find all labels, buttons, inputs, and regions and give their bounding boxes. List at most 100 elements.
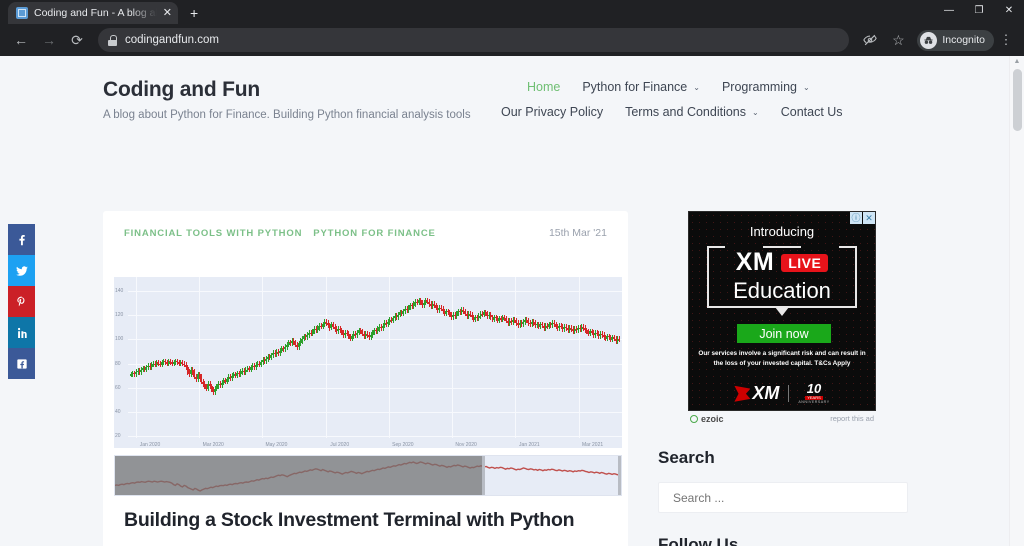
forward-icon[interactable]: → <box>36 27 62 53</box>
chevron-down-icon: ⌄ <box>693 82 700 92</box>
chart-candle-wick <box>379 324 380 332</box>
chart-candle-wick <box>319 322 320 331</box>
rangeslider-mask-left[interactable] <box>115 456 482 495</box>
chart-candle-wick <box>603 332 605 341</box>
nav-row-secondary: Our Privacy Policy Terms and Conditions … <box>501 105 947 119</box>
chart-candle-wick <box>617 335 618 344</box>
chart-y-tick: 60 <box>115 384 121 391</box>
browser-menu-icon[interactable]: ⋮ <box>996 32 1016 48</box>
rangeslider-handle-left[interactable] <box>481 456 485 495</box>
site-tagline: A blog about Python for Finance. Buildin… <box>103 109 471 121</box>
nav-label: Python for Finance <box>582 80 688 94</box>
post-title[interactable]: Building a Stock Investment Terminal wit… <box>124 509 614 532</box>
chart-candle-wick <box>540 321 541 330</box>
chart-candle-wick <box>228 374 230 382</box>
share-facebook-button[interactable] <box>8 224 35 255</box>
ezoic-bar: ezoic report this ad <box>688 411 876 426</box>
post-category-python-for-finance[interactable]: PYTHON FOR FINANCE <box>313 228 435 239</box>
chart-candle-wick <box>512 316 514 325</box>
ad-logo-separator <box>788 385 790 403</box>
stock-candlestick-chart: 140 120 100 80 60 40 20 Jan 2020 Mar 2020 May 202… <box>114 277 622 448</box>
address-bar[interactable]: codingandfun.com <box>98 28 850 52</box>
nav-item-our-privacy-policy[interactable]: Our Privacy Policy <box>501 105 603 119</box>
chart-candle-wick <box>552 320 553 329</box>
nav-label: Our Privacy Policy <box>501 105 604 119</box>
chart-candle-wick <box>519 320 521 329</box>
page-scrollbar[interactable]: ▲ <box>1009 56 1024 546</box>
chart-x-tick: Jan 2021 <box>519 442 540 448</box>
adchoices-info-icon[interactable]: ⓘ <box>850 212 862 224</box>
window-controls: — ❐ ✕ <box>934 0 1024 24</box>
ezoic-icon <box>690 414 698 423</box>
maximize-button[interactable]: ❐ <box>964 0 994 20</box>
ad-join-now-button[interactable]: Join now <box>737 324 831 343</box>
incognito-indicator[interactable]: Incognito <box>917 29 994 51</box>
chart-candle-wick <box>365 331 367 339</box>
nav-item-terms-and-conditions[interactable]: Terms and Conditions ⌄ <box>625 105 759 119</box>
back-icon[interactable]: ← <box>8 27 34 53</box>
search-input[interactable] <box>673 490 893 505</box>
chart-candle-wick <box>555 321 557 330</box>
toolbar-right-icons: ☆ Incognito ⋮ <box>857 27 1016 53</box>
chart-x-tick: Jul 2020 <box>330 442 350 448</box>
nav-item-python-for-finance[interactable]: Python for Finance ⌄ <box>582 80 700 94</box>
chart-candle-wick <box>262 357 264 366</box>
window-close-button[interactable]: ✕ <box>994 0 1024 20</box>
chart-candle-wick <box>308 330 310 338</box>
chart-y-tick: 80 <box>115 360 121 367</box>
report-this-ad-link[interactable]: report this ad <box>830 414 874 423</box>
chevron-down-icon: ⌄ <box>752 107 759 117</box>
close-icon[interactable]: ✕ <box>163 7 172 19</box>
search-widget[interactable] <box>658 482 908 513</box>
bookmark-star-icon[interactable]: ☆ <box>885 27 911 53</box>
rangeslider-handle-right[interactable] <box>618 456 621 495</box>
block-images-icon[interactable] <box>857 27 883 53</box>
ad-disclaimer: Our services involve a significant risk … <box>698 350 866 368</box>
share-linkedin-button[interactable] <box>8 317 35 348</box>
nav-label: Programming <box>721 80 797 94</box>
post-category-financial-tools[interactable]: FINANCIAL TOOLS WITH PYTHON <box>124 228 302 239</box>
scrollbar-thumb[interactable] <box>1013 69 1022 131</box>
advertisement-banner[interactable]: ⓘ ✕ Introducing XM LIVE Education Join n… <box>688 211 876 411</box>
browser-tab[interactable]: Coding and Fun - A blog about P ✕ <box>8 2 178 24</box>
ad-pointer-decoration <box>775 307 789 316</box>
scroll-up-arrow[interactable]: ▲ <box>1010 56 1024 68</box>
chart-x-tick: Jan 2020 <box>139 442 161 448</box>
browser-window: Coding and Fun - A blog about P ✕ + — ❐ … <box>0 0 1024 546</box>
chart-candle-wick <box>291 338 293 346</box>
chart-candle-wick <box>439 304 440 313</box>
reload-icon[interactable]: ⟳ <box>64 27 90 53</box>
chart-rangeslider[interactable] <box>114 455 622 496</box>
chart-candle-wick <box>207 381 209 392</box>
ezoic-brand: ezoic <box>690 414 724 424</box>
new-tab-button[interactable]: + <box>190 5 198 21</box>
nav-label: Contact Us <box>780 105 843 119</box>
nav-item-contact-us[interactable]: Contact Us <box>781 105 843 119</box>
ad-brand-name: XM <box>735 248 775 276</box>
chart-candle-wick <box>589 328 591 337</box>
post-date: 15th Mar '21 <box>548 227 607 239</box>
share-facebook-box-button[interactable] <box>8 348 35 379</box>
chart-candle-wick <box>338 326 339 335</box>
nav-label: Terms and Conditions <box>625 105 747 119</box>
chart-x-tick: Mar 2021 <box>582 442 604 448</box>
nav-item-programming[interactable]: Programming ⌄ <box>722 80 810 94</box>
share-pinterest-button[interactable] <box>8 286 35 317</box>
chart-candle-wick <box>303 333 305 342</box>
share-twitter-button[interactable] <box>8 255 35 286</box>
chart-candle-wick <box>493 314 495 323</box>
chart-candle-wick <box>389 316 391 325</box>
ad-xm-logo: XM <box>734 383 779 404</box>
ad-anniversary-number: 10 <box>806 381 822 397</box>
chart-candle-wick <box>499 315 500 324</box>
main-navigation: Home Python for Finance ⌄ Programming ⌄ … <box>501 78 947 130</box>
chart-candle-wick <box>600 331 601 339</box>
minimize-button[interactable]: — <box>934 0 964 20</box>
ad-close-icon[interactable]: ✕ <box>863 212 875 224</box>
chart-candle-wick <box>606 333 608 342</box>
site-branding: Coding and Fun A blog about Python for F… <box>103 78 503 121</box>
nav-item-home[interactable]: Home <box>527 80 560 94</box>
ezoic-label: ezoic <box>701 413 724 424</box>
chart-plot-area: 140 120 100 80 60 40 20 Jan 2020 Mar 2020 May 202… <box>114 277 622 448</box>
ad-anniversary-label: ANNIVERSARY <box>798 400 830 405</box>
